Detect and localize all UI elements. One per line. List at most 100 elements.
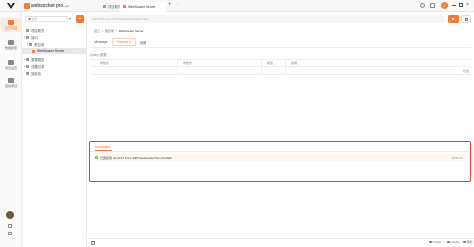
col-value: 参数值 <box>183 61 193 65</box>
api-icon <box>8 20 14 25</box>
settings-icon[interactable] <box>430 3 435 8</box>
close-icon[interactable]: × <box>466 2 469 8</box>
tree-search-input[interactable]: 搜索 <box>25 16 68 22</box>
tree-item-models[interactable]: ▸ 数据模型 <box>22 56 87 62</box>
tree-item-websocket-server[interactable]: WebSocket Server <box>22 48 87 54</box>
quick-request-icon <box>26 64 30 68</box>
tab-label: Params <box>116 40 129 44</box>
tree-item-quick-requests[interactable]: ▸ 快捷请求 <box>22 63 87 69</box>
tree-item-root[interactable]: ▾ 根目录 <box>22 41 87 47</box>
connected-icon <box>95 156 98 159</box>
add-button[interactable]: + <box>76 15 84 23</box>
expand-icon: ▸ <box>24 57 26 61</box>
main-panel: ws://127.0.0.1:3007/websocket?form=test … <box>87 12 474 247</box>
project-icon <box>24 3 30 9</box>
tab-label: WebSocket Server <box>128 4 156 9</box>
cloud-icon[interactable] <box>8 232 12 235</box>
tabs-divider <box>90 47 471 48</box>
model-icon <box>8 40 14 45</box>
footer-divider <box>87 238 474 239</box>
message-text: 已连接到 ws://127.0.0.1:3007/websocket?form=… <box>100 155 172 160</box>
messages-panel: Messages 已连接到 ws://127.0.0.1:3007/websoc… <box>89 141 471 182</box>
user-avatar[interactable] <box>6 211 14 219</box>
tab-more-icon[interactable]: ··· <box>176 3 179 7</box>
table-row-divider <box>90 74 471 75</box>
expand-icon: ▾ <box>24 35 26 39</box>
tab-websocket-server[interactable]: WebSocket Server <box>120 1 166 12</box>
search-placeholder: 搜索 <box>31 17 38 21</box>
param-row-empty[interactable] <box>90 67 471 74</box>
save-button[interactable] <box>461 15 471 23</box>
save-icon <box>464 17 468 21</box>
help-label: 帮助 <box>466 240 473 244</box>
project-tree: 搜索 ▾ + 项目概况 ▾ 接口 ▾ 根目录 WebSocket Server ▸ 数… <box>22 12 87 247</box>
project-dropdown-icon[interactable]: ▾ <box>67 4 69 8</box>
test-icon <box>8 78 14 83</box>
tab-params[interactable]: Params 0 <box>112 38 136 46</box>
api-folder-icon <box>26 35 30 39</box>
connect-button[interactable]: ▶ <box>448 15 459 23</box>
model-icon <box>26 57 30 61</box>
help-icon[interactable] <box>420 3 425 8</box>
bell-icon[interactable] <box>8 224 12 228</box>
breadcrumb-item[interactable]: 接口 <box>94 29 100 33</box>
breadcrumb-item[interactable]: 根目录 <box>105 29 114 33</box>
tree-item-overview[interactable]: 项目概况 <box>22 27 87 33</box>
column-divider <box>177 59 178 74</box>
tree-label: 快捷请求 <box>31 64 45 69</box>
message-item[interactable]: 已连接到 ws://127.0.0.1:3007/websocket?form=… <box>92 154 466 161</box>
column-divider <box>261 59 262 74</box>
messages-divider <box>90 151 469 152</box>
title-bar: websocket pro... ▾ 项目概况 WebSocket Server… <box>0 0 474 12</box>
websocket-icon <box>32 49 35 53</box>
websocket-icon <box>123 5 126 8</box>
folder-icon <box>29 42 33 46</box>
tab-messages[interactable]: Messages <box>95 143 110 150</box>
rail-label: 数据模型 <box>4 46 17 50</box>
minimize-icon[interactable] <box>452 5 456 6</box>
project-name[interactable]: websocket pro... <box>31 3 67 9</box>
avatar[interactable]: Z <box>441 2 448 9</box>
expand-icon: ▸ <box>24 64 26 68</box>
filter-icon[interactable]: ▾ <box>69 16 74 21</box>
tab-label: 设置 <box>139 40 147 45</box>
tab-message[interactable]: Message <box>90 38 112 46</box>
tab-project-overview[interactable]: 项目概况 <box>103 2 121 11</box>
play-icon: ▶ <box>452 17 455 21</box>
rail-label: 自动测试 <box>4 84 17 88</box>
tree-label: 项目概况 <box>31 28 45 33</box>
breadcrumb-separator: / <box>102 29 103 33</box>
footer-help[interactable]: 帮助 <box>463 240 473 244</box>
tree-item-trash[interactable]: 回收站 <box>22 70 87 76</box>
sidebar-toggle-icon[interactable] <box>91 241 95 245</box>
footer-online[interactable]: Online <box>429 240 441 244</box>
cookie-icon <box>447 240 450 244</box>
search-icon <box>28 17 31 21</box>
rail-label: 项目设置 <box>4 66 17 70</box>
app-logo-icon <box>7 3 15 9</box>
table-header-top <box>90 59 471 60</box>
tree-item-api[interactable]: ▾ 接口 <box>22 34 87 40</box>
home-icon <box>103 5 106 8</box>
tab-settings[interactable]: 设置 <box>136 38 150 46</box>
overview-icon <box>26 28 29 32</box>
params-count-badge: 0 <box>129 40 132 44</box>
section-label: Query 参数 <box>90 53 107 57</box>
url-text: ws://127.0.0.1:3007/websocket?form=test <box>93 17 149 21</box>
add-tab-button[interactable]: + <box>168 2 172 8</box>
breadcrumb-separator: / <box>115 29 117 33</box>
tree-label: 回收站 <box>31 71 41 76</box>
message-time: 14:52:42 <box>451 155 463 160</box>
rail-item-test[interactable]: 自动测试 <box>1 76 21 90</box>
footer-cookie[interactable]: Cookie <box>447 240 460 244</box>
rail-item-settings[interactable]: 项目设置 <box>1 58 21 72</box>
tab-label: Messages <box>95 144 111 149</box>
tree-label: 接口 <box>31 35 38 40</box>
breadcrumb-item: WebSocket Server <box>118 29 144 33</box>
rail-item-model[interactable]: 数据模型 <box>1 38 21 52</box>
rail-item-api[interactable]: 接口管理 <box>1 18 21 32</box>
url-input[interactable]: ws://127.0.0.1:3007/websocket?form=test <box>90 15 445 23</box>
tree-label: 根目录 <box>34 42 45 47</box>
maximize-icon[interactable] <box>459 3 463 7</box>
col-type: 类型 <box>267 61 274 65</box>
